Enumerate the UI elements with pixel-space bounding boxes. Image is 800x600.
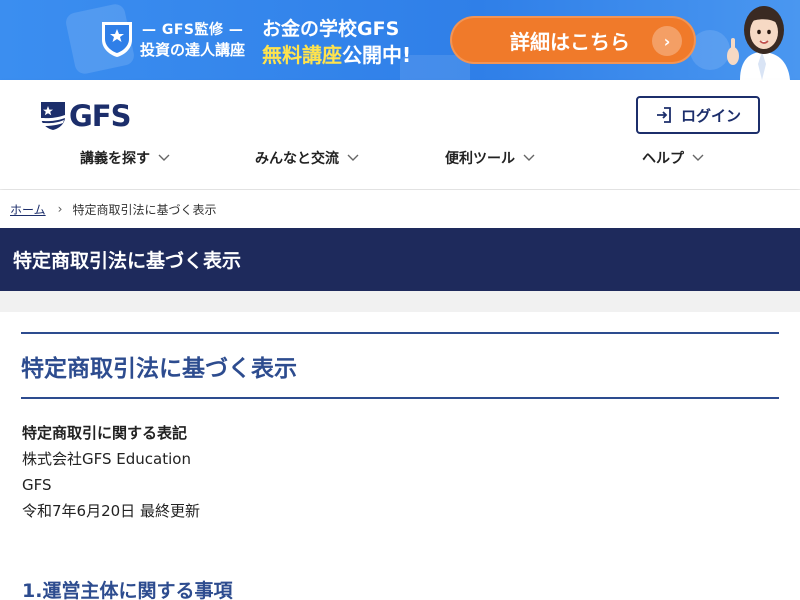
breadcrumb-current: 特定商取引法に基づく表示 [72, 202, 217, 217]
main-nav: 講義を探す みんなと交流 便利ツール ヘルプ [0, 148, 800, 170]
breadcrumb-separator: › [57, 202, 63, 216]
nav-item-label: 講義を探す [80, 151, 150, 167]
content-card: 特定商取引法に基づく表示 特定商取引に関する表記 株式会社GFS Educati… [0, 312, 800, 600]
chevron-right-icon: › [652, 26, 682, 56]
shield-logo-icon [102, 22, 132, 57]
logo-text: GFS [69, 99, 131, 133]
banner-supervision-text: — GFS監修 — [142, 22, 244, 38]
heading-box: 特定商取引法に基づく表示 [21, 332, 779, 399]
login-icon [656, 107, 671, 123]
person-illustration [727, 6, 790, 80]
nav-item-community[interactable]: みんなと交流 [255, 148, 359, 168]
nav-item-label: みんなと交流 [255, 151, 339, 167]
nav-item-label: ヘルプ [642, 151, 684, 167]
breadcrumb-home-link[interactable]: ホーム [10, 201, 46, 218]
last-updated: 令和7年6月20日 最終更新 [22, 502, 200, 520]
company-name: 株式会社GFS Education [22, 450, 191, 468]
banner-headline-rest: 公開中! [342, 43, 412, 67]
login-label: ログイン [680, 106, 741, 125]
page-title: 特定商取引法に基づく表示 [13, 250, 242, 272]
breadcrumb: ホーム › 特定商取引法に基づく表示 [0, 190, 800, 228]
gfs-logo[interactable]: GFS [40, 99, 131, 133]
brand-name: GFS [22, 476, 52, 494]
shield-logo-icon [41, 102, 65, 130]
promo-banner[interactable]: — GFS監修 — 投資の達人講座 お金の学校GFS 無料講座公開中! 詳細はこ… [0, 0, 800, 80]
company-info: 特定商取引に関する表記 株式会社GFS Education GFS 令和7年6月… [22, 420, 200, 524]
banner-details-button[interactable]: 詳細はこちら › [450, 16, 696, 64]
section-title: 1.運営主体に関する事項 [22, 580, 233, 600]
page-title-bar: 特定商取引法に基づく表示 [0, 228, 800, 291]
nav-item-help[interactable]: ヘルプ [642, 148, 704, 168]
nav-item-search-lectures[interactable]: 講義を探す [80, 148, 170, 168]
banner-highlight-text: 無料講座 [262, 43, 342, 67]
banner-course-name: 投資の達人講座 [140, 41, 246, 59]
info-title: 特定商取引に関する表記 [22, 424, 188, 442]
banner-headline: お金の学校GFS [262, 18, 400, 40]
chevron-down-icon [523, 154, 535, 161]
login-button[interactable]: ログイン [636, 96, 760, 134]
nav-item-tools[interactable]: 便利ツール [445, 148, 535, 168]
banner-details-label: 詳細はこちら [510, 29, 630, 54]
main-heading: 特定商取引法に基づく表示 [21, 355, 297, 382]
chevron-down-icon [158, 154, 170, 161]
nav-item-label: 便利ツール [445, 151, 515, 167]
chevron-down-icon [347, 154, 359, 161]
chevron-down-icon [692, 154, 704, 161]
site-header: GFS ログイン 講義を探す みんなと交流 便利ツール ヘルプ [0, 80, 800, 189]
banner-subheadline: 無料講座公開中! [262, 39, 411, 68]
